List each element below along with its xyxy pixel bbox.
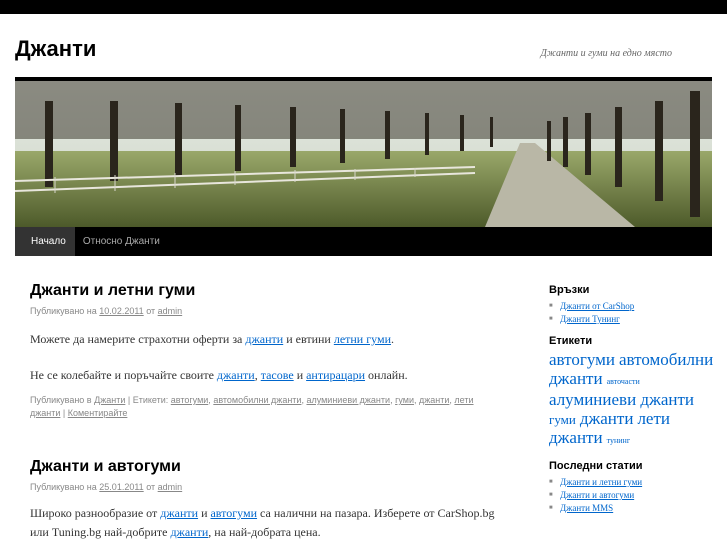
nav-item-about[interactable]: Относно Джанти	[75, 227, 168, 256]
post: Джанти и летни гуми Публикувано на 10.02…	[30, 282, 500, 420]
tag-link[interactable]: автогуми	[171, 395, 209, 405]
text: и евтини	[286, 332, 331, 346]
main-navigation: Начало Относно Джанти	[15, 227, 712, 256]
tag-cloud-item[interactable]: авточасти	[607, 377, 640, 386]
post-meta: Публикувано на 25.01.2011 от admin	[30, 482, 500, 492]
link-rims[interactable]: джанти	[170, 525, 208, 539]
site-description: Джанти и гуми на едно място	[540, 48, 672, 59]
tag-cloud-item[interactable]: гуми	[549, 412, 576, 427]
comment-link[interactable]: Коментирайте	[68, 408, 128, 418]
post-date-link[interactable]: 10.02.2011	[99, 306, 143, 316]
post-title[interactable]: Джанти и автогуми	[30, 458, 500, 476]
content-area: Джанти и летни гуми Публикувано на 10.02…	[30, 282, 500, 542]
posted-in-label: Публикувано в	[30, 395, 92, 405]
post-paragraph: Не се колебайте и поръчайте своите джант…	[30, 366, 500, 385]
link-rims[interactable]: джанти	[160, 506, 198, 520]
header-banner: Начало Относно Джанти	[15, 77, 712, 256]
link-summer-tires[interactable]: летни гуми	[334, 332, 391, 346]
recent-posts-widget-title: Последни статии	[549, 460, 643, 472]
list-item: Джанти и автогуми	[549, 489, 719, 502]
text: и	[296, 368, 304, 382]
post-title[interactable]: Джанти и летни гуми	[30, 282, 500, 300]
header-image	[15, 81, 712, 227]
post-paragraph: Широко разнообразие от джанти и автогуми…	[30, 504, 500, 542]
site-title[interactable]: Джанти	[15, 36, 96, 62]
text: Широко разнообразие от	[30, 506, 158, 520]
list-item: Джанти MMS	[549, 502, 719, 515]
sidebar-link[interactable]: Джанти Тунинг	[560, 314, 620, 324]
text: .	[391, 332, 395, 346]
tag-cloud-item[interactable]: автогуми	[549, 350, 615, 369]
text: и	[201, 506, 208, 520]
list-item: Джанти Тунинг	[549, 313, 719, 326]
recent-post-link[interactable]: Джанти и летни гуми	[560, 477, 642, 487]
tag-cloud-item[interactable]: джанти	[580, 409, 634, 428]
text: Не се колебайте и поръчайте своите	[30, 368, 214, 382]
tag-link[interactable]: джанти	[419, 395, 449, 405]
link-rims[interactable]: джанти	[217, 368, 255, 382]
text: ,	[254, 368, 258, 382]
author-link[interactable]: admin	[158, 482, 183, 492]
links-widget-title: Връзки	[549, 284, 590, 296]
post-date-link[interactable]: 25.01.2011	[99, 482, 143, 492]
list-item: Джанти и летни гуми	[549, 476, 719, 489]
nav-item-home[interactable]: Начало	[15, 227, 75, 256]
tag-cloud-item[interactable]: тунинг	[607, 436, 631, 445]
list-item: Джанти от CarShop	[549, 300, 719, 313]
link-hubcaps[interactable]: тасове	[261, 368, 294, 382]
top-bar	[0, 0, 727, 14]
recent-posts-list: Джанти и летни гуми Джанти и автогуми Дж…	[549, 476, 719, 515]
post-footer: Публикувано в Джанти | Етикети: автогуми…	[30, 395, 474, 418]
tags-label: | Етикети:	[127, 395, 169, 405]
tag-link[interactable]: гуми	[395, 395, 414, 405]
tag-cloud: автогуми автомобилни джанти авточасти ал…	[549, 351, 719, 450]
post-meta: Публикувано на 10.02.2011 от admin	[30, 306, 500, 316]
tag-link[interactable]: алуминиеви джанти	[306, 395, 390, 405]
meta-by: от	[146, 306, 156, 316]
meta-prefix: Публикувано на	[30, 306, 97, 316]
text: , на най-добрата цена.	[208, 525, 321, 539]
category-link[interactable]: Джанти	[94, 395, 125, 405]
text: Можете да намерите страхотни оферти за	[30, 332, 243, 346]
tags-widget-title: Етикети	[549, 335, 593, 347]
author-link[interactable]: admin	[158, 306, 183, 316]
tag-link[interactable]: автомобилни джанти	[213, 395, 301, 405]
text: онлайн.	[368, 368, 408, 382]
tag-cloud-item[interactable]: алуминиеви джанти	[549, 390, 694, 409]
meta-by: от	[146, 482, 156, 492]
links-list: Джанти от CarShop Джанти Тунинг	[549, 300, 719, 326]
link-rims[interactable]: джанти	[245, 332, 283, 346]
recent-post-link[interactable]: Джанти и автогуми	[560, 490, 634, 500]
link-car-tires[interactable]: автогуми	[210, 506, 257, 520]
post: Джанти и автогуми Публикувано на 25.01.2…	[30, 458, 500, 542]
sidebar: Връзки Джанти от CarShop Джанти Тунинг Е…	[549, 284, 719, 515]
post-paragraph: Можете да намерите страхотни оферти за д…	[30, 330, 500, 349]
link-antiracers[interactable]: антирацари	[306, 368, 365, 382]
sidebar-link[interactable]: Джанти от CarShop	[560, 301, 634, 311]
meta-prefix: Публикувано на	[30, 482, 97, 492]
recent-post-link[interactable]: Джанти MMS	[560, 503, 613, 513]
